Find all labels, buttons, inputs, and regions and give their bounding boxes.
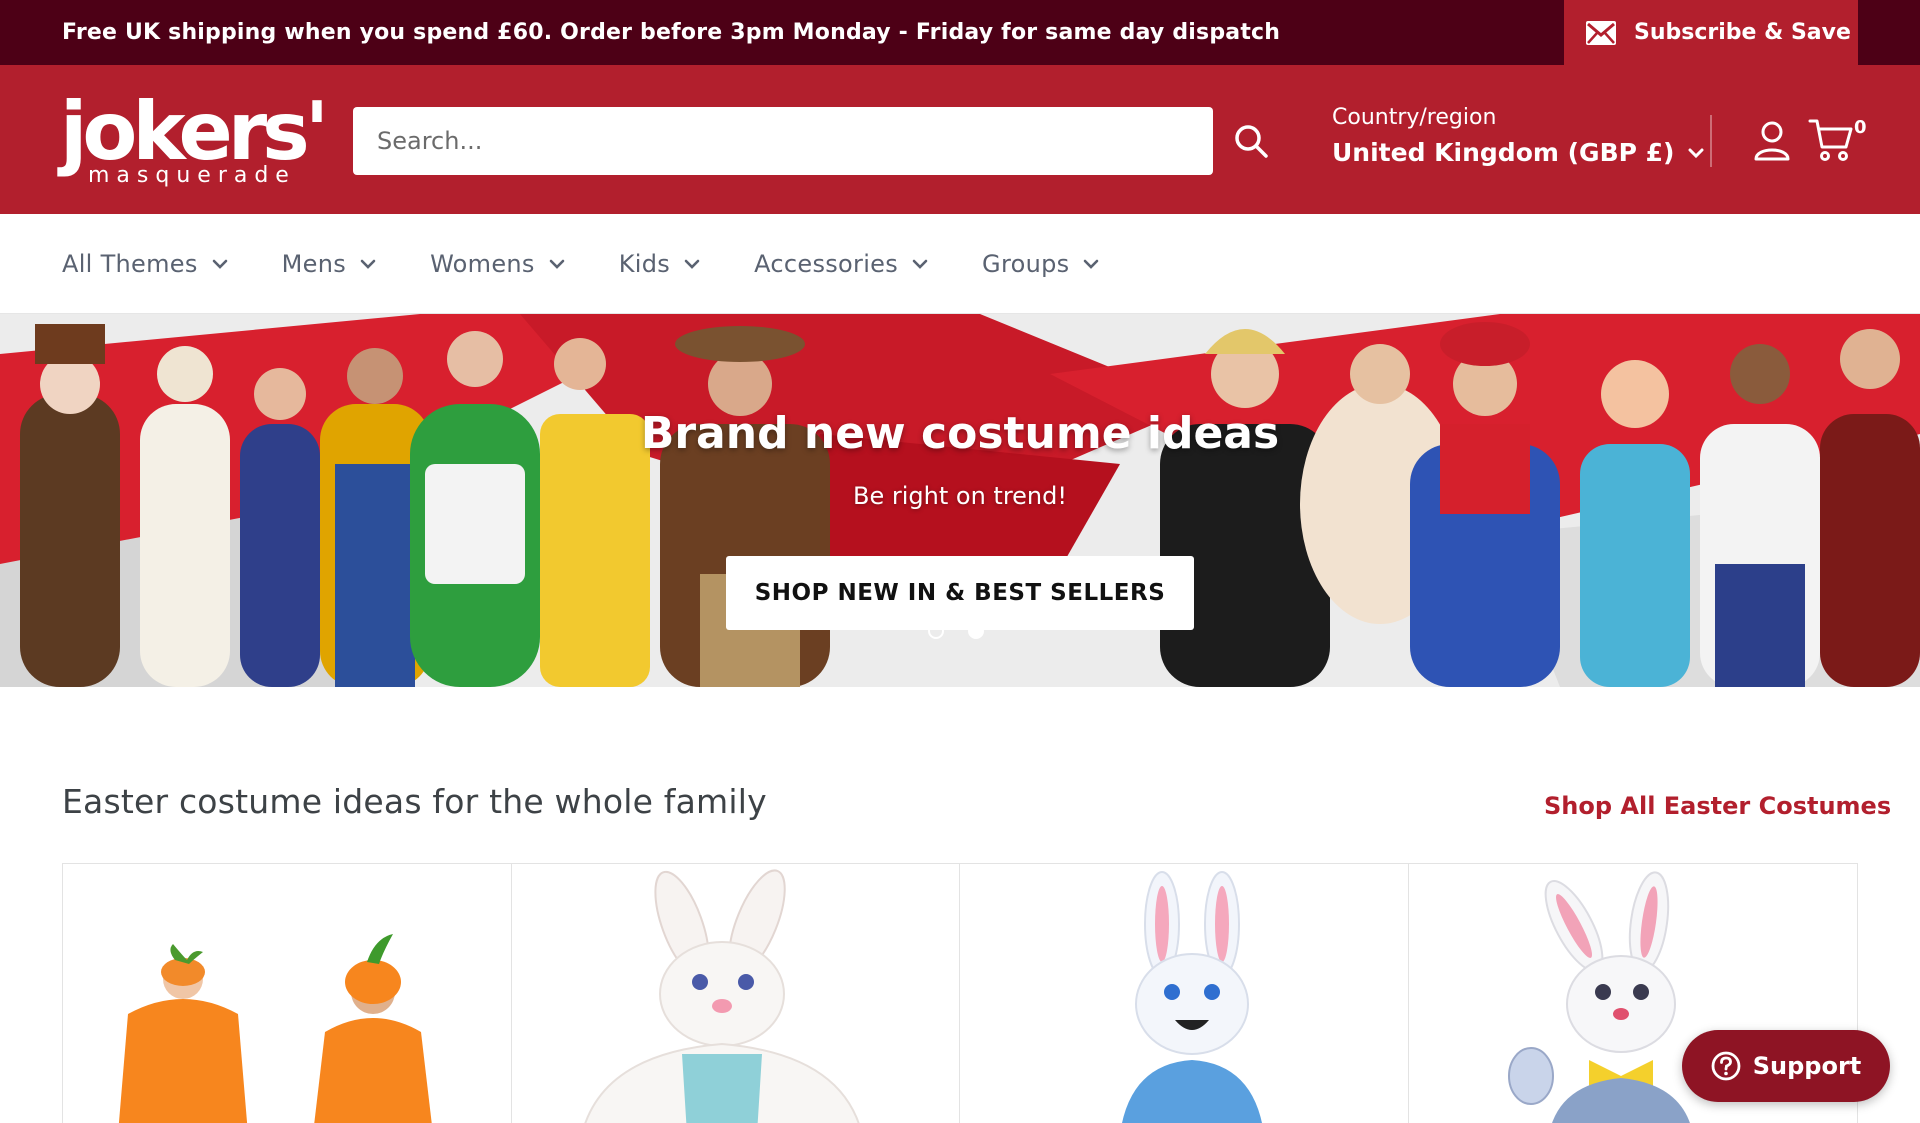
- nav-item-accessories[interactable]: Accessories: [754, 250, 928, 278]
- subscribe-button[interactable]: Subscribe & Save: [1564, 0, 1858, 65]
- nav-item-groups[interactable]: Groups: [982, 250, 1099, 278]
- shipping-message: Free UK shipping when you spend £60. Ord…: [62, 20, 1281, 45]
- nav-item-label: All Themes: [62, 250, 198, 278]
- chevron-down-icon: [1084, 259, 1099, 269]
- support-label: Support: [1752, 1052, 1862, 1080]
- chevron-down-icon: [212, 259, 227, 269]
- chevron-down-icon: [549, 259, 565, 269]
- nav-item-label: Mens: [281, 250, 347, 278]
- header-divider: [1710, 115, 1712, 167]
- chevron-down-icon: [912, 259, 928, 269]
- nav-item-label: Womens: [430, 250, 535, 278]
- search-input[interactable]: [353, 107, 1213, 175]
- cart-button[interactable]: 0: [1808, 115, 1868, 167]
- nav-item-womens[interactable]: Womens: [430, 250, 565, 278]
- user-icon: [1754, 121, 1790, 161]
- chevron-down-icon: [684, 259, 700, 269]
- chevron-down-icon: [1688, 148, 1704, 158]
- main-nav: All Themes Mens Womens Kids Accessories …: [0, 214, 1920, 314]
- nav-item-label: Kids: [618, 250, 671, 278]
- jokers-logo[interactable]: jokers' masquerade: [60, 87, 329, 193]
- announcement-bar: Free UK shipping when you spend £60. Ord…: [0, 0, 1920, 65]
- slider-dots: [928, 623, 984, 639]
- country-label: Country/region: [1332, 105, 1497, 130]
- nav-item-label: Groups: [982, 250, 1070, 278]
- slider-dot-1[interactable]: [928, 623, 944, 639]
- account-button[interactable]: [1752, 119, 1792, 163]
- cart-icon: [1808, 119, 1853, 161]
- nav-item-kids[interactable]: Kids: [619, 250, 700, 278]
- support-button[interactable]: Support: [1682, 1030, 1890, 1102]
- search-box: [353, 107, 1213, 175]
- nav-item-label: Accessories: [754, 250, 899, 278]
- country-value: United Kingdom (GBP £): [1332, 138, 1675, 167]
- product-card[interactable]: [512, 864, 960, 1123]
- product-card[interactable]: [63, 864, 512, 1123]
- hero-title: Brand new costume ideas: [640, 408, 1280, 459]
- subscribe-label: Subscribe & Save: [1634, 20, 1851, 45]
- carrot-costume-image: [118, 934, 432, 1123]
- shop-new-in-button[interactable]: SHOP NEW IN & BEST SELLERS: [726, 556, 1194, 630]
- cart-count: 0: [1854, 117, 1867, 138]
- shop-all-easter-link[interactable]: Shop All Easter Costumes: [1544, 792, 1891, 820]
- nav-item-all-themes[interactable]: All Themes: [62, 250, 228, 278]
- bunny-mascot-image: [583, 869, 860, 1123]
- chevron-down-icon: [360, 259, 376, 269]
- hero-tagline: Be right on trend!: [853, 482, 1067, 510]
- envelope-icon: [1586, 20, 1616, 45]
- site-header: jokers' masquerade Country/region United…: [0, 65, 1920, 214]
- section-title: Easter costume ideas for the whole famil…: [62, 782, 767, 821]
- slider-dot-2[interactable]: [968, 623, 984, 639]
- blue-bunny-mascot-image: [1121, 871, 1263, 1123]
- product-grid: [62, 863, 1858, 1123]
- logo-sub: masquerade: [88, 163, 296, 188]
- product-card[interactable]: [960, 864, 1409, 1123]
- search-icon: [1235, 125, 1268, 158]
- nav-item-mens[interactable]: Mens: [282, 250, 376, 278]
- country-selector[interactable]: Country/region United Kingdom (GBP £): [1332, 103, 1704, 173]
- help-circle-icon: [1711, 1051, 1741, 1081]
- search-button[interactable]: [1212, 107, 1290, 175]
